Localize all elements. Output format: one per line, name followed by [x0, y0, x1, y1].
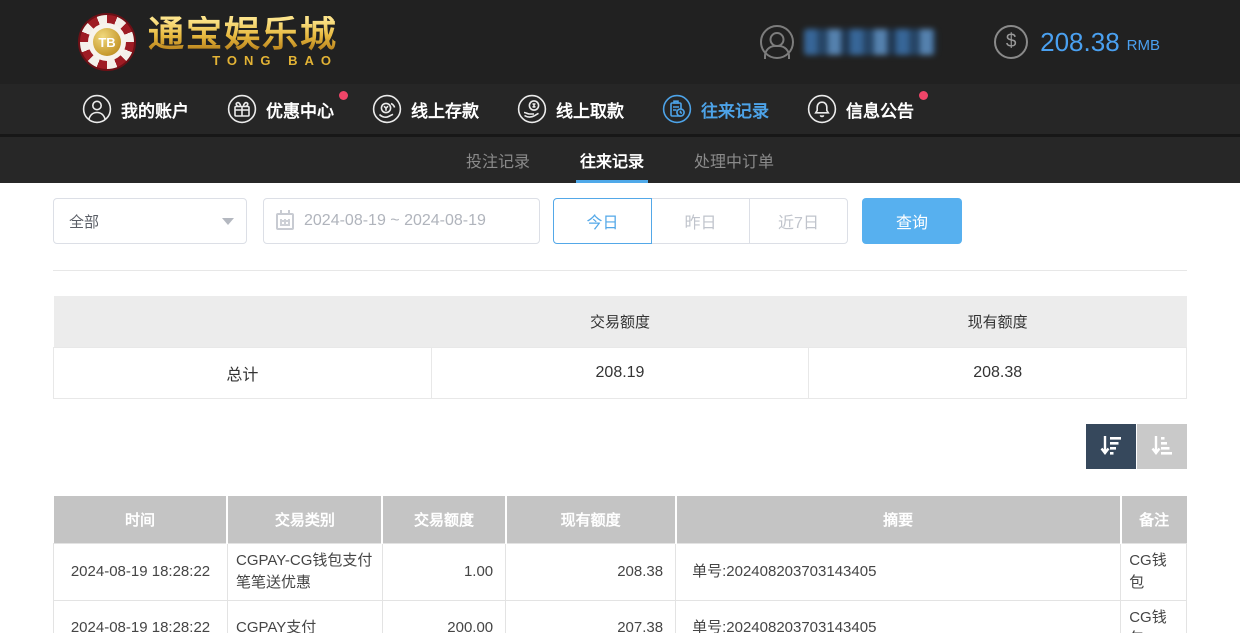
username-redacted	[804, 29, 936, 55]
summary-total-transaction: 208.19	[431, 347, 809, 398]
cell-balance: 208.38	[506, 544, 676, 601]
cell-time: 2024-08-19 18:28:22	[54, 544, 228, 601]
last7days-button[interactable]: 近7日	[749, 198, 848, 244]
table-header-row: 时间 交易类别 交易额度 现有额度 摘要 备注	[54, 496, 1187, 544]
user-icon	[82, 94, 112, 124]
deposit-icon	[372, 94, 402, 124]
summary-header-balance: 现有额度	[809, 296, 1187, 347]
cell-time: 2024-08-19 18:28:22	[54, 600, 228, 633]
nav-item-transaction-records[interactable]: 往来记录	[662, 94, 769, 124]
cell-remark: CG钱包	[1121, 544, 1187, 601]
tab-label: 处理中订单	[694, 148, 774, 172]
bell-icon	[807, 94, 837, 124]
dollar-coin-icon: $	[994, 25, 1028, 59]
col-remark: 备注	[1121, 496, 1187, 544]
chevron-down-icon	[222, 218, 234, 225]
site-subtitle: TONG BAO	[148, 53, 338, 68]
col-time: 时间	[54, 496, 228, 544]
nav-item-deposit[interactable]: 线上存款	[372, 94, 479, 124]
nav-label: 往来记录	[701, 97, 769, 122]
query-button[interactable]: 查询	[862, 198, 962, 244]
filter-bar: 全部 2024-08-19 ~ 2024-08-19 今日 昨日 近7日 查询	[53, 198, 1187, 244]
sort-ascending-icon	[1148, 432, 1176, 460]
top-header: TB 通宝娱乐城 TONG BAO $ 208.38 RMB	[0, 0, 1240, 84]
nav-item-announcements[interactable]: 信息公告	[807, 94, 914, 124]
cell-remark: CG钱包	[1121, 600, 1187, 633]
calendar-icon	[276, 213, 294, 230]
nav-label: 线上存款	[411, 97, 479, 122]
tab-label: 投注记录	[466, 148, 530, 172]
nav-label: 信息公告	[846, 97, 914, 122]
nav-label: 线上取款	[556, 97, 624, 122]
cell-amount: 1.00	[382, 544, 505, 601]
sort-descending-icon	[1097, 432, 1125, 460]
nav-label: 优惠中心	[266, 97, 334, 122]
tab-label: 往来记录	[580, 148, 644, 172]
avatar-icon	[760, 25, 794, 59]
notification-dot	[339, 91, 348, 100]
tab-bet-records[interactable]: 投注记录	[462, 137, 534, 183]
summary-header-transaction: 交易额度	[431, 296, 809, 347]
col-summary: 摘要	[676, 496, 1121, 544]
nav-item-my-account[interactable]: 我的账户	[82, 94, 189, 124]
main-content: 全部 2024-08-19 ~ 2024-08-19 今日 昨日 近7日 查询 …	[0, 198, 1240, 633]
cell-summary: 单号:202408203703143405	[676, 600, 1121, 633]
summary-table: 交易额度 现有额度 总计 208.19 208.38	[53, 296, 1187, 399]
summary-total-balance: 208.38	[809, 347, 1187, 398]
col-balance: 现有额度	[506, 496, 676, 544]
sort-ascending-button[interactable]	[1137, 424, 1187, 469]
site-logo[interactable]: TB 通宝娱乐城 TONG BAO	[78, 13, 338, 71]
yesterday-button[interactable]: 昨日	[651, 198, 750, 244]
table-row: 2024-08-19 18:28:22 CGPAY支付 200.00 207.3…	[54, 600, 1187, 633]
summary-total-row: 总计 208.19 208.38	[54, 347, 1187, 398]
nav-item-promotions[interactable]: 优惠中心	[227, 94, 334, 124]
cell-type: CGPAY支付	[227, 600, 382, 633]
main-nav: 我的账户 优惠中心 线上存款 线上取款	[0, 84, 1240, 137]
gift-icon	[227, 94, 257, 124]
table-row: 2024-08-19 18:28:22 CGPAY-CG钱包支付笔笔送优惠 1.…	[54, 544, 1187, 601]
section-divider	[53, 270, 1187, 271]
cell-amount: 200.00	[382, 600, 505, 633]
type-select[interactable]: 全部	[53, 198, 247, 244]
cell-balance: 207.38	[506, 600, 676, 633]
withdraw-icon	[517, 94, 547, 124]
tab-transaction-records[interactable]: 往来记录	[576, 137, 648, 183]
col-type: 交易类别	[227, 496, 382, 544]
active-tab-underline	[576, 180, 648, 183]
cell-type: CGPAY-CG钱包支付笔笔送优惠	[227, 544, 382, 601]
summary-header-row: 交易额度 现有额度	[54, 296, 1187, 347]
date-range-value: 2024-08-19 ~ 2024-08-19	[304, 212, 486, 230]
notification-dot	[919, 91, 928, 100]
today-button[interactable]: 今日	[553, 198, 652, 244]
user-account[interactable]	[760, 25, 936, 59]
chip-tb-label: TB	[93, 28, 121, 56]
quick-date-group: 今日 昨日 近7日	[553, 198, 848, 244]
cell-summary: 单号:202408203703143405	[676, 544, 1121, 601]
site-title: 通宝娱乐城	[148, 16, 338, 52]
sort-controls	[53, 424, 1187, 469]
col-amount: 交易额度	[382, 496, 505, 544]
balance-currency: RMB	[1127, 37, 1160, 54]
records-table: 时间 交易类别 交易额度 现有额度 摘要 备注 2024-08-19 18:28…	[53, 496, 1187, 633]
type-select-value: 全部	[69, 211, 222, 232]
summary-total-label: 总计	[54, 347, 432, 398]
date-range-input[interactable]: 2024-08-19 ~ 2024-08-19	[263, 198, 540, 244]
tab-processing-orders[interactable]: 处理中订单	[690, 137, 778, 183]
records-subnav: 投注记录 往来记录 处理中订单	[0, 137, 1240, 183]
summary-header-empty	[54, 296, 432, 347]
nav-item-withdraw[interactable]: 线上取款	[517, 94, 624, 124]
wallet-balance: $ 208.38 RMB	[994, 25, 1160, 59]
records-icon	[662, 94, 692, 124]
sort-descending-button[interactable]	[1086, 424, 1136, 469]
nav-label: 我的账户	[121, 97, 189, 122]
casino-chip-icon: TB	[78, 13, 136, 71]
balance-amount: 208.38	[1040, 27, 1120, 58]
